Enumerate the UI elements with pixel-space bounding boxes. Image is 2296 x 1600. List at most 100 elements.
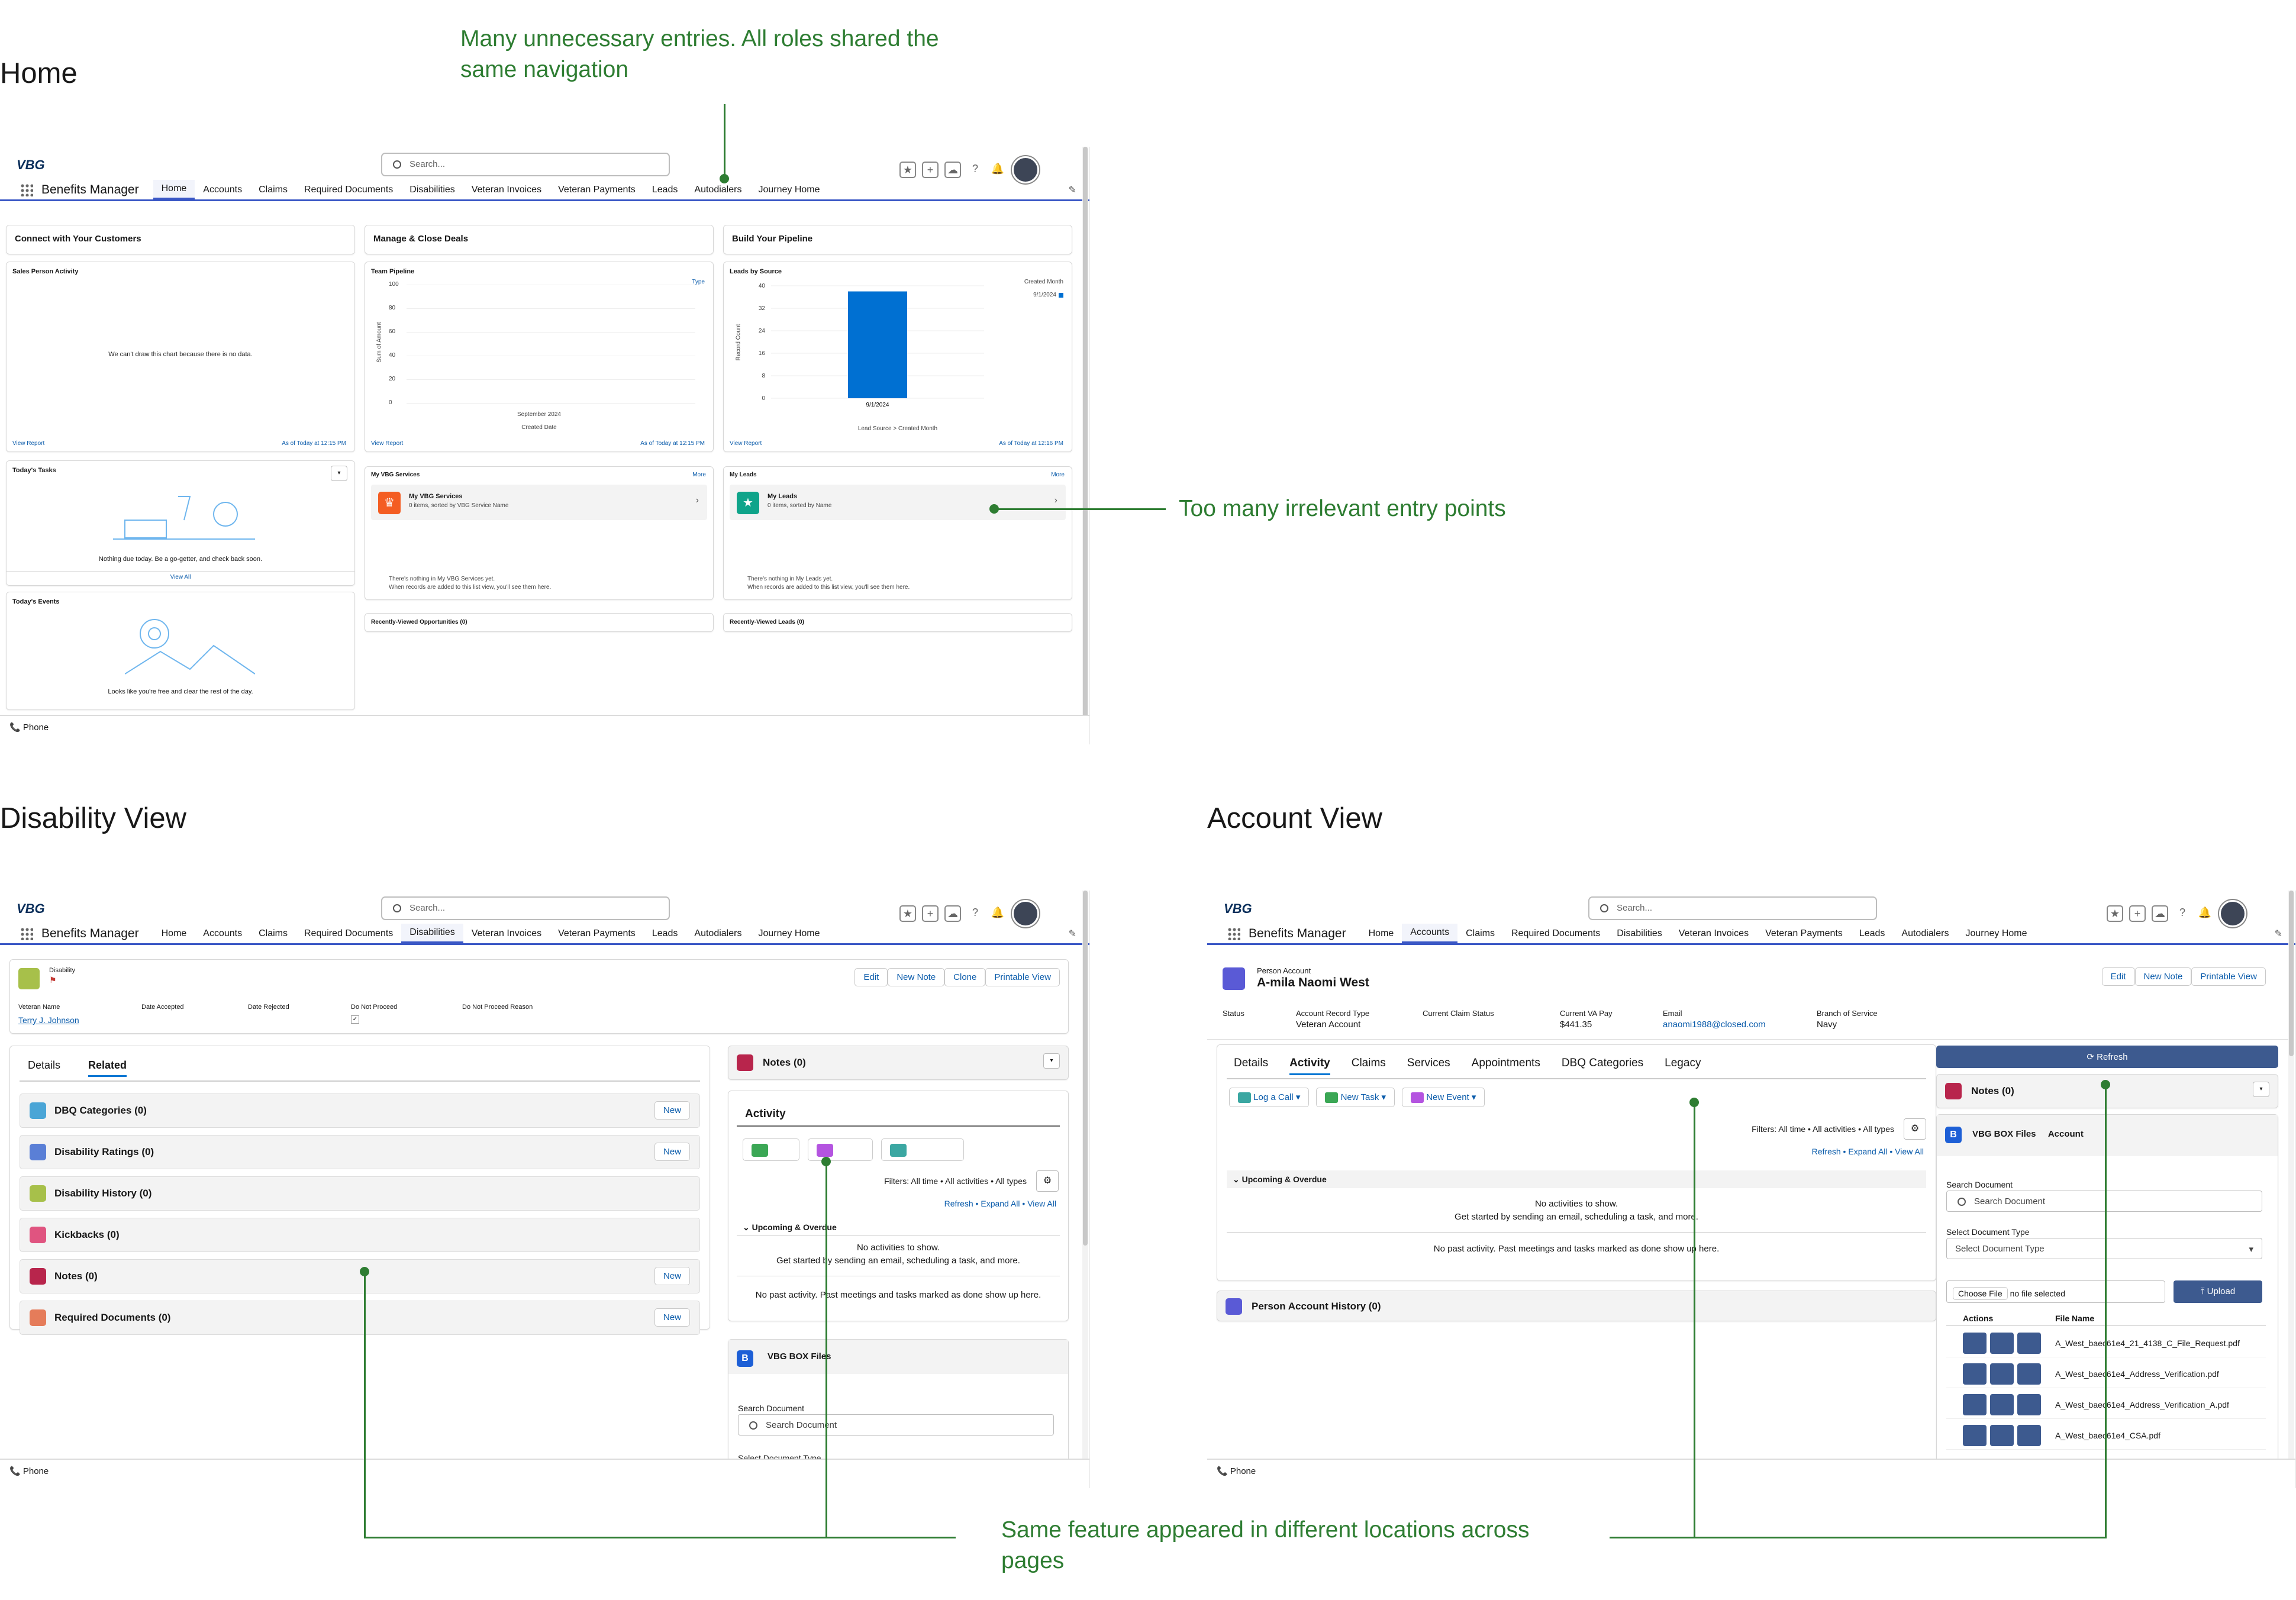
- nav-veteran-invoices[interactable]: Veteran Invoices: [463, 925, 550, 943]
- view-all-link[interactable]: View All: [1027, 1199, 1056, 1208]
- preview-icon[interactable]: [1990, 1363, 2014, 1385]
- nav-disabilities[interactable]: Disabilities: [1608, 925, 1670, 943]
- nav-autodialers[interactable]: Autodialers: [1893, 925, 1957, 943]
- new-button[interactable]: New: [654, 1101, 690, 1120]
- upcoming-section[interactable]: ⌄ Upcoming & Overdue: [1227, 1170, 1926, 1188]
- phone-utility[interactable]: Phone: [1230, 1466, 1256, 1476]
- nav-veteran-payments[interactable]: Veteran Payments: [550, 181, 644, 199]
- nav-autodialers[interactable]: Autodialers: [686, 925, 750, 943]
- expand-all-link[interactable]: Expand All: [1848, 1147, 1887, 1156]
- edit-nav-icon[interactable]: ✎: [1069, 184, 1076, 196]
- edit-button[interactable]: Edit: [854, 968, 888, 986]
- related-list-item[interactable]: Kickbacks (0): [20, 1218, 700, 1252]
- preview-icon[interactable]: [1990, 1394, 2014, 1415]
- trailhead-icon[interactable]: ☁: [944, 905, 961, 922]
- view-report-link[interactable]: View Report: [371, 440, 403, 447]
- nav-claims[interactable]: Claims: [250, 181, 296, 199]
- new-event-button[interactable]: [808, 1138, 873, 1161]
- search-document-input[interactable]: Search Document: [1946, 1191, 2262, 1212]
- nav-leads[interactable]: Leads: [644, 925, 686, 943]
- file-name[interactable]: A_West_baec61e4_Address_Verification.pdf: [2055, 1369, 2259, 1379]
- notes-dropdown-button[interactable]: ▾: [1043, 1053, 1060, 1069]
- printable-view-button[interactable]: Printable View: [985, 968, 1060, 986]
- my-vbg-services-list-item[interactable]: ♛ My VBG Services 0 items, sorted by VBG…: [371, 485, 707, 520]
- related-list-item[interactable]: Required Documents (0) New: [20, 1301, 700, 1335]
- tab-details[interactable]: Details: [28, 1059, 60, 1072]
- download-icon[interactable]: [1963, 1333, 1987, 1354]
- new-button[interactable]: New: [654, 1267, 690, 1285]
- favorites-icon[interactable]: ★: [899, 162, 916, 178]
- add-icon[interactable]: +: [2129, 905, 2146, 922]
- file-input[interactable]: Choose File no file selected: [1946, 1280, 2165, 1303]
- veteran-name-link[interactable]: Terry J. Johnson: [18, 1015, 79, 1025]
- nav-disabilities[interactable]: Disabilities: [401, 924, 463, 943]
- notification-bell-icon[interactable]: 🔔: [989, 162, 1006, 178]
- related-list-item[interactable]: DBQ Categories (0) New: [20, 1093, 700, 1128]
- expand-all-link[interactable]: Expand All: [981, 1199, 1020, 1208]
- help-icon[interactable]: ?: [967, 162, 983, 178]
- help-icon[interactable]: ?: [2174, 905, 2191, 922]
- nav-accounts[interactable]: Accounts: [195, 181, 250, 199]
- tab-legacy[interactable]: Legacy: [1665, 1057, 1701, 1075]
- phone-utility[interactable]: Phone: [23, 722, 49, 733]
- open-external-icon[interactable]: [2017, 1394, 2041, 1415]
- nav-autodialers[interactable]: Autodialers: [686, 181, 750, 199]
- log-call-button[interactable]: [881, 1138, 964, 1161]
- tab-services[interactable]: Services: [1407, 1057, 1450, 1075]
- new-task-button[interactable]: New Task ▾: [1316, 1088, 1395, 1108]
- tab-details[interactable]: Details: [1234, 1057, 1268, 1075]
- new-button[interactable]: New: [654, 1143, 690, 1161]
- tasks-dropdown-button[interactable]: ▾: [331, 466, 347, 481]
- app-launcher-icon[interactable]: [1227, 927, 1240, 940]
- related-list-item[interactable]: Disability History (0): [20, 1176, 700, 1211]
- nav-home[interactable]: Home: [1360, 925, 1402, 943]
- nav-veteran-payments[interactable]: Veteran Payments: [1757, 925, 1851, 943]
- more-link[interactable]: More: [1051, 472, 1065, 478]
- nav-accounts[interactable]: Accounts: [195, 925, 250, 943]
- edit-button[interactable]: Edit: [2101, 967, 2135, 986]
- nav-required-documents[interactable]: Required Documents: [1503, 925, 1608, 943]
- scrollbar[interactable]: [2288, 891, 2294, 1482]
- view-report-link[interactable]: View Report: [12, 440, 44, 447]
- nav-accounts[interactable]: Accounts: [1402, 924, 1458, 943]
- tab-activity[interactable]: Activity: [1289, 1057, 1330, 1075]
- field-value[interactable]: anaomi1988@closed.com: [1663, 1020, 1766, 1030]
- more-link[interactable]: More: [692, 472, 706, 478]
- log-task-button[interactable]: [743, 1138, 799, 1161]
- phone-utility[interactable]: Phone: [23, 1466, 49, 1476]
- add-icon[interactable]: +: [922, 905, 939, 922]
- tab-appointments[interactable]: Appointments: [1472, 1057, 1540, 1075]
- printable-view-button[interactable]: Printable View: [2191, 967, 2266, 986]
- clone-button[interactable]: Clone: [944, 968, 986, 986]
- nav-leads[interactable]: Leads: [1851, 925, 1894, 943]
- new-event-button[interactable]: New Event ▾: [1402, 1088, 1485, 1108]
- download-icon[interactable]: [1963, 1425, 1987, 1446]
- nav-claims[interactable]: Claims: [1457, 925, 1503, 943]
- related-list-item[interactable]: Disability Ratings (0) New: [20, 1135, 700, 1169]
- view-report-link[interactable]: View Report: [730, 440, 762, 447]
- nav-veteran-payments[interactable]: Veteran Payments: [550, 925, 644, 943]
- tab-claims[interactable]: Claims: [1352, 1057, 1386, 1075]
- activity-tab[interactable]: Activity: [745, 1108, 786, 1121]
- file-name[interactable]: A_West_baec61e4_Address_Verification_A.p…: [2055, 1400, 2259, 1409]
- file-name[interactable]: A_West_baec61e4_21_4138_C_File_Request.p…: [2055, 1338, 2259, 1348]
- nav-veteran-invoices[interactable]: Veteran Invoices: [1671, 925, 1757, 943]
- phone-icon[interactable]: 📞: [9, 1466, 23, 1476]
- notification-bell-icon[interactable]: 🔔: [989, 905, 1006, 922]
- nav-claims[interactable]: Claims: [250, 925, 296, 943]
- open-external-icon[interactable]: [2017, 1363, 2041, 1385]
- choose-file-button[interactable]: Choose File: [1953, 1287, 2008, 1300]
- edit-nav-icon[interactable]: ✎: [2275, 928, 2282, 940]
- preview-icon[interactable]: [1990, 1425, 2014, 1446]
- help-icon[interactable]: ?: [967, 905, 983, 922]
- open-external-icon[interactable]: [2017, 1333, 2041, 1354]
- trailhead-icon[interactable]: ☁: [944, 162, 961, 178]
- global-search[interactable]: Search...: [1588, 896, 1877, 920]
- new-note-button[interactable]: New Note: [2134, 967, 2192, 986]
- edit-nav-icon[interactable]: ✎: [1069, 928, 1076, 940]
- download-icon[interactable]: [1963, 1394, 1987, 1415]
- nav-journey-home[interactable]: Journey Home: [750, 181, 828, 199]
- global-search[interactable]: Search...: [381, 896, 670, 920]
- filter-settings-icon[interactable]: ⚙: [1036, 1170, 1059, 1192]
- log-a-call-button[interactable]: Log a Call ▾: [1229, 1088, 1310, 1108]
